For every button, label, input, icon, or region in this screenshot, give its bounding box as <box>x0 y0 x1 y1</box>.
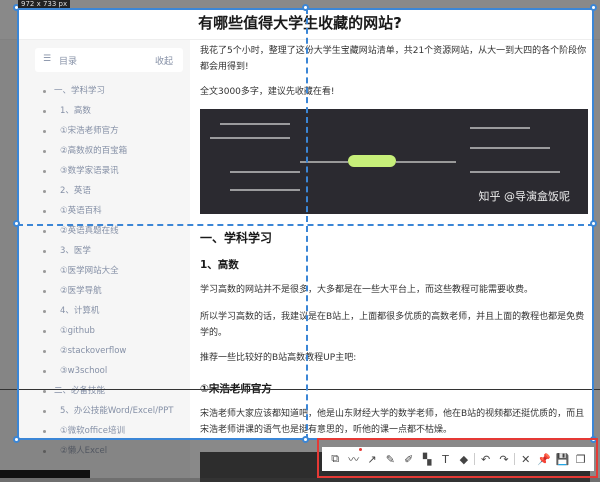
resize-handle-left[interactable] <box>13 220 20 227</box>
active-color-dot <box>358 448 362 451</box>
resize-handle-top-right[interactable] <box>590 4 597 11</box>
mosaic-icon[interactable]: ▚ <box>419 453 435 466</box>
resize-handle-right[interactable] <box>590 220 597 227</box>
close-icon[interactable]: ✕ <box>518 453 534 466</box>
toolbar-separator <box>474 453 476 465</box>
copy-icon[interactable]: ❐ <box>573 453 589 466</box>
pencil-icon[interactable]: ✎ <box>382 453 398 466</box>
resize-handle-top[interactable] <box>302 4 309 11</box>
dim-overlay <box>0 0 600 8</box>
selection-size-label: 972 x 733 px <box>18 0 71 8</box>
save-icon[interactable]: 💾 <box>554 453 570 466</box>
taskbar-fragment <box>0 470 90 478</box>
eraser-icon[interactable]: ◆ <box>456 453 472 466</box>
arrow-icon[interactable]: ↗ <box>364 453 380 466</box>
redo-icon[interactable]: ↷ <box>496 453 512 466</box>
pin-icon[interactable]: 📌 <box>536 453 552 466</box>
curve-icon[interactable]: 〰 <box>346 448 362 467</box>
toolbar-separator <box>514 453 516 465</box>
text-icon[interactable]: T <box>437 453 453 466</box>
annotation-toolbar: ⧉ 〰 ↗ ✎ ✐ ▚ T ◆ ↶ ↷ ✕ 📌 💾 ❐ <box>322 447 594 471</box>
resize-handle-bottom-left[interactable] <box>13 436 20 443</box>
rectangle-icon[interactable]: ⧉ <box>327 452 343 466</box>
marker-icon[interactable]: ✐ <box>401 453 417 466</box>
center-guide-horizontal <box>17 224 594 226</box>
resize-handle-bottom[interactable] <box>302 436 309 443</box>
undo-icon[interactable]: ↶ <box>478 453 494 466</box>
